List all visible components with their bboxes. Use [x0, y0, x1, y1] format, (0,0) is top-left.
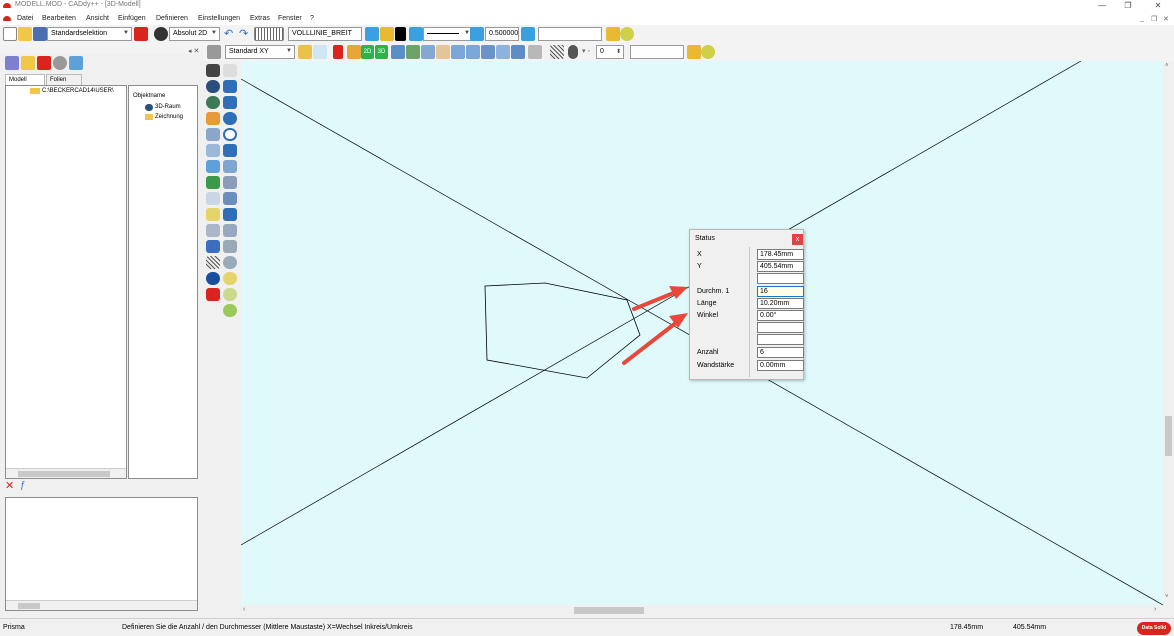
field-y[interactable]: 405.54mm	[757, 261, 804, 272]
dialog-close-button[interactable]: x	[792, 234, 803, 245]
field-diameter[interactable]: 16	[757, 286, 804, 297]
label-count: Anzahl	[697, 349, 719, 356]
dialog-separator	[749, 247, 750, 377]
field-wall[interactable]: 0.00mm	[757, 360, 804, 371]
field-count[interactable]: 6	[757, 347, 804, 358]
status-coord-y: 405.54mm	[1013, 624, 1047, 631]
dialog-title: Status	[695, 235, 715, 242]
field-empty-1[interactable]	[757, 273, 804, 284]
datasolid-logo: Data Solid	[1137, 622, 1171, 635]
status-hint: Definieren Sie die Anzahl / den Durchmes…	[122, 624, 413, 631]
field-empty-2[interactable]	[757, 322, 804, 333]
canvas-vertical-scrollbar[interactable]: ˄ ˅	[1163, 61, 1174, 615]
label-angle: Winkel	[697, 312, 719, 319]
field-angle[interactable]: 0.00°	[757, 310, 804, 321]
scroll-left-icon[interactable]: ‹	[243, 606, 245, 613]
arrow-angle-shaft	[622, 320, 679, 365]
label-y: Y	[697, 263, 702, 270]
scroll-right-icon[interactable]: ›	[1154, 606, 1156, 613]
label-x: X	[697, 251, 702, 258]
status-command: Prisma	[3, 624, 25, 631]
vertical-scroll-thumb[interactable]	[1165, 416, 1172, 456]
label-length: Länge	[697, 300, 717, 307]
label-diameter: Durchm. 1	[697, 288, 730, 295]
field-length[interactable]: 10.20mm	[757, 298, 804, 309]
status-coord-x: 178.45mm	[950, 624, 984, 631]
label-wall: Wandstärke	[697, 362, 735, 369]
horizontal-scroll-thumb[interactable]	[574, 607, 644, 614]
scroll-down-icon[interactable]: ˅	[1165, 594, 1169, 600]
status-bar: Prisma Definieren Sie die Anzahl / den D…	[0, 618, 1174, 636]
scroll-up-icon[interactable]: ˄	[1165, 63, 1169, 69]
status-dialog: Status x X 178.45mm Y 405.54mm Durchm. 1…	[689, 229, 804, 380]
field-empty-3[interactable]	[757, 334, 804, 345]
canvas-horizontal-scrollbar[interactable]: ‹ ›	[241, 605, 1163, 616]
field-x[interactable]: 178.45mm	[757, 249, 804, 260]
annotation-arrows	[622, 286, 688, 365]
arrow-diameter-shaft	[632, 290, 678, 311]
